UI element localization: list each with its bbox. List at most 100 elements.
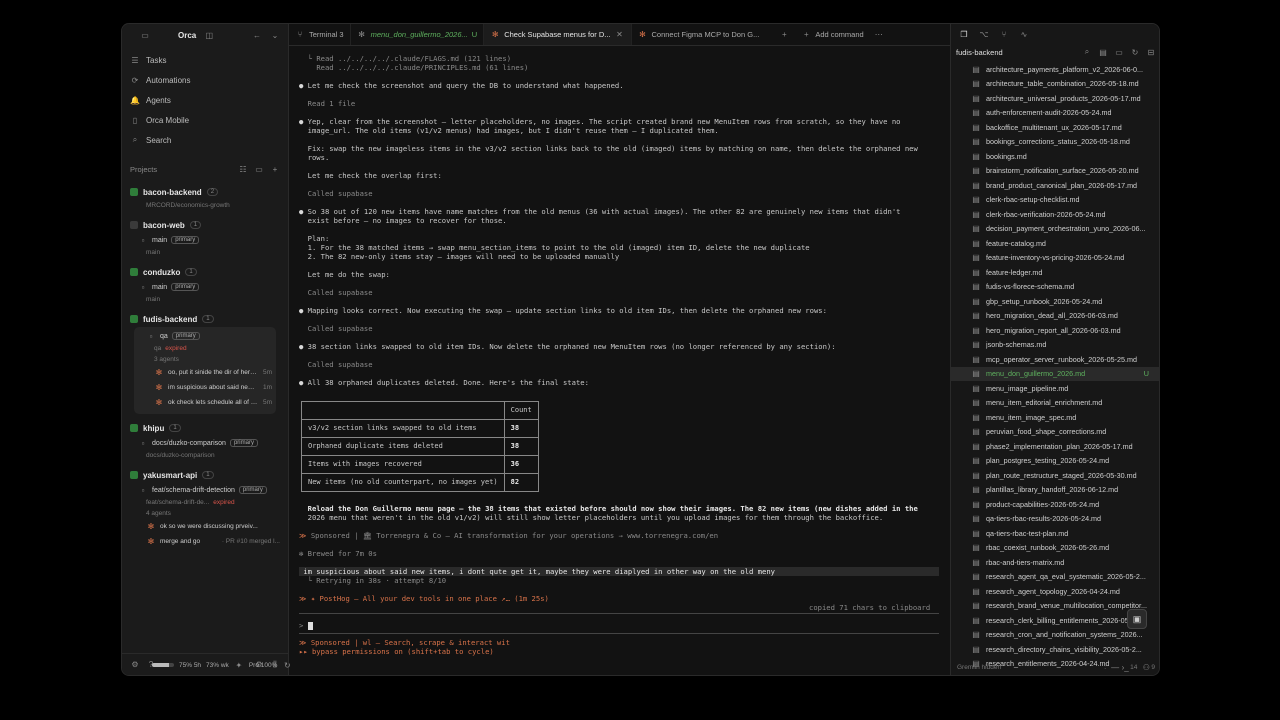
sidebar-toggle-icon[interactable]: ◫ <box>204 30 214 40</box>
back-icon[interactable]: ← <box>252 30 262 40</box>
branch-row[interactable]: ▫ qa primary <box>146 329 272 343</box>
window-switch-icon[interactable]: ▭ <box>140 30 150 40</box>
file-item[interactable]: ▤ menu_item_editorial_enrichment.md <box>951 396 1159 411</box>
search-files-icon[interactable]: ⌕ <box>1082 47 1092 57</box>
tab-4[interactable]: + Add command <box>795 24 869 45</box>
refresh-icon[interactable]: ↻ <box>1130 47 1140 57</box>
plan-step-2: 2. The 82 new-only items stay — images w… <box>307 252 620 261</box>
agent-row[interactable]: ✻ oo, put it sinide the dir of here f... 5… <box>154 365 272 380</box>
queued-input[interactable]: im suspicious about said new items, i do… <box>299 567 939 576</box>
split-icon[interactable]: ⫶ <box>1100 662 1110 672</box>
project-name-row[interactable]: khipu 1 <box>130 420 280 436</box>
file-item[interactable]: ▤ architecture_universal_products_2026-05… <box>951 91 1159 106</box>
files-icon[interactable]: ❐ <box>959 29 969 39</box>
file-item[interactable]: ▤ research_agent_topology_2026-04-24.md <box>951 584 1159 599</box>
agents-count-row[interactable]: 4 agents <box>146 508 280 519</box>
nav-item-orca-mobile[interactable]: ▯ Orca Mobile <box>122 110 288 130</box>
branch-row[interactable]: ▫ main primary <box>138 280 280 294</box>
posthog-line[interactable]: PostHog — All your dev tools in one plac… <box>320 594 549 603</box>
source-control-icon[interactable]: ⌥ <box>979 29 989 39</box>
file-item[interactable]: ▤ architecture_payments_platform_v2_2026-… <box>951 62 1159 77</box>
file-item[interactable]: ▤ menu_item_image_spec.md <box>951 410 1159 425</box>
folder-icon[interactable]: ▭ <box>254 164 264 174</box>
file-item[interactable]: ▤ product-capabilities-2026-05-24.md <box>951 497 1159 512</box>
branch-row[interactable]: ▫ feat/schema-drift-detection primary <box>138 483 280 497</box>
prompt-cursor[interactable] <box>307 622 313 630</box>
add-project-icon[interactable]: + <box>270 164 280 174</box>
sponsor-line[interactable]: Sponsored | 🏛 Torrenegra & Co — AI trans… <box>311 531 718 540</box>
file-item[interactable]: ▤ fudis-vs-florece-schema.md <box>951 280 1159 295</box>
new-tab-icon[interactable]: + <box>779 30 789 40</box>
file-item[interactable]: ▤ plantillas_library_handoff_2026-06-12.m… <box>951 483 1159 498</box>
collapse-icon[interactable]: ⊟ <box>1146 47 1156 57</box>
project-name-row[interactable]: conduzko 1 <box>130 264 280 280</box>
file-item[interactable]: ▤ auth-enforcement-audit-2026-05-24.md <box>951 106 1159 121</box>
terminal-output[interactable]: └ Read ../../../../.claude/FLAGS.md (121… <box>289 46 950 675</box>
tab-3[interactable]: ✻ Connect Figma MCP to Don G... + <box>632 24 796 45</box>
more-icon[interactable]: ⋯ <box>874 30 884 40</box>
nav-item-agents[interactable]: 🔔 Agents <box>122 90 288 110</box>
file-item[interactable]: ▤ research_agent_qa_eval_systematic_2026-… <box>951 570 1159 585</box>
refresh-usage-icon[interactable]: ↻ <box>282 660 292 670</box>
file-item[interactable]: ▤ menu_image_pipeline.md <box>951 381 1159 396</box>
chevron-down-icon[interactable]: ⌄ <box>270 30 280 40</box>
file-item[interactable]: ▤ qa-tiers-rbac-results-2026-05-24.md <box>951 512 1159 527</box>
file-item[interactable]: ▤ clerk-rbac-setup-checklist.md <box>951 193 1159 208</box>
file-item[interactable]: ▤ gbp_setup_runbook_2026-05-24.md <box>951 294 1159 309</box>
nav-item-automations[interactable]: ⟳ Automations <box>122 70 288 90</box>
file-item[interactable]: ▤ peruvian_food_shape_corrections.md <box>951 425 1159 440</box>
file-item[interactable]: ▤ brand_product_canonical_plan_2026-05-17… <box>951 178 1159 193</box>
file-item[interactable]: ▤ hero_migration_report_all_2026-06-03.md <box>951 323 1159 338</box>
agent-row[interactable]: ✻ im suspicious about said new it... 1m <box>154 380 272 395</box>
file-item[interactable]: ▤ qa-tiers-rbac-test-plan.md <box>951 526 1159 541</box>
activity-icon[interactable]: ∿ <box>1019 29 1029 39</box>
file-item[interactable]: ▤ jsonb-schemas.md <box>951 338 1159 353</box>
branch-icon[interactable]: ⑂ <box>999 29 1009 39</box>
file-item[interactable]: ▤ hero_migration_dead_all_2026-06-03.md <box>951 309 1159 324</box>
filter-icon[interactable]: ☷ <box>238 164 248 174</box>
agent-row[interactable]: ✻ merge and go · PR #10 merged l... <box>146 534 280 549</box>
branch-row[interactable]: ▫ docs/duzko-comparison primary <box>138 436 280 450</box>
tab-2[interactable]: ✻ Check Supabase menus for D... ✕ <box>484 24 632 45</box>
bypass-line[interactable]: ▸▸ bypass permissions on (shift+tab to c… <box>299 647 494 656</box>
file-item[interactable]: ▤ phase2_implementation_plan_2026-05-17.m… <box>951 439 1159 454</box>
file-item[interactable]: ▤ architecture_table_combination_2026-05-… <box>951 77 1159 92</box>
project-name-row[interactable]: bacon-backend 2 <box>130 184 280 200</box>
new-file-icon[interactable]: ▤ <box>1098 47 1108 57</box>
project-name-row[interactable]: fudis-backend 1 <box>130 311 280 327</box>
file-item[interactable]: ▤ bookings_corrections_status_2026-05-18.… <box>951 135 1159 150</box>
file-item[interactable]: ▤ backoffice_multitenant_ux_2026-05-17.md <box>951 120 1159 135</box>
file-item[interactable]: ▤ brainstorm_notification_surface_2026-05… <box>951 164 1159 179</box>
tab-1[interactable]: ✻ menu_don_guillermo_2026... U <box>351 24 485 45</box>
tab-0[interactable]: ⑂ Terminal 3 <box>289 24 351 45</box>
agents-count-row[interactable]: 3 agents <box>154 354 272 365</box>
file-item[interactable]: ▤ decision_payment_orchestration_yuno_202… <box>951 222 1159 237</box>
nav-item-search[interactable]: ⌕ Search <box>122 130 288 150</box>
file-item[interactable]: ▤ research_directory_chains_visibility_20… <box>951 642 1159 657</box>
file-name: menu_don_guillermo_2026.md <box>986 369 1086 379</box>
close-icon[interactable]: ✕ <box>615 30 625 40</box>
nav-item-tasks[interactable]: ☰ Tasks <box>122 50 288 70</box>
file-item[interactable]: ▤ clerk-rbac-verification-2026-05-24.md <box>951 207 1159 222</box>
file-item[interactable]: ▤ feature-inventory-vs-pricing-2026-05-24… <box>951 251 1159 266</box>
new-folder-icon[interactable]: ▭ <box>1114 47 1124 57</box>
layout-button[interactable]: ▣ <box>1127 609 1147 629</box>
file-item[interactable]: ▤ bookings.md <box>951 149 1159 164</box>
project-name-row[interactable]: bacon-web 1 <box>130 217 280 233</box>
project-name-row[interactable]: yakusmart-api 1 <box>130 467 280 483</box>
agent-row[interactable]: ✻ ok so we were discussing prveiv... <box>146 519 280 534</box>
file-item[interactable]: ▤ feature-ledger.md <box>951 265 1159 280</box>
agents-count: 9 <box>1151 663 1155 671</box>
file-item[interactable]: ▤ rbac-and-tiers-matrix.md <box>951 555 1159 570</box>
file-item[interactable]: ▤ menu_don_guillermo_2026.md U <box>951 366 1159 381</box>
file-item[interactable]: ▤ research_cron_and_notification_systems_… <box>951 628 1159 643</box>
branch-row[interactable]: ▫ main primary <box>138 233 280 247</box>
file-item[interactable]: ▤ plan_postgres_testing_2026-05-24.md <box>951 454 1159 469</box>
file-item[interactable]: ▤ feature-catalog.md <box>951 236 1159 251</box>
file-item[interactable]: ▤ plan_route_restructure_staged_2026-05-3… <box>951 468 1159 483</box>
sponsor2-line[interactable]: Sponsored | wl — Search, scrape & intera… <box>311 638 510 647</box>
project-name: fudis-backend <box>143 314 198 324</box>
agent-row[interactable]: ✻ ok check lets schedule all of e... 5m <box>154 395 272 410</box>
file-item[interactable]: ▤ rbac_coexist_runbook_2026-05-26.md <box>951 541 1159 556</box>
file-item[interactable]: ▤ mcp_operator_server_runbook_2026-05-25.… <box>951 352 1159 367</box>
